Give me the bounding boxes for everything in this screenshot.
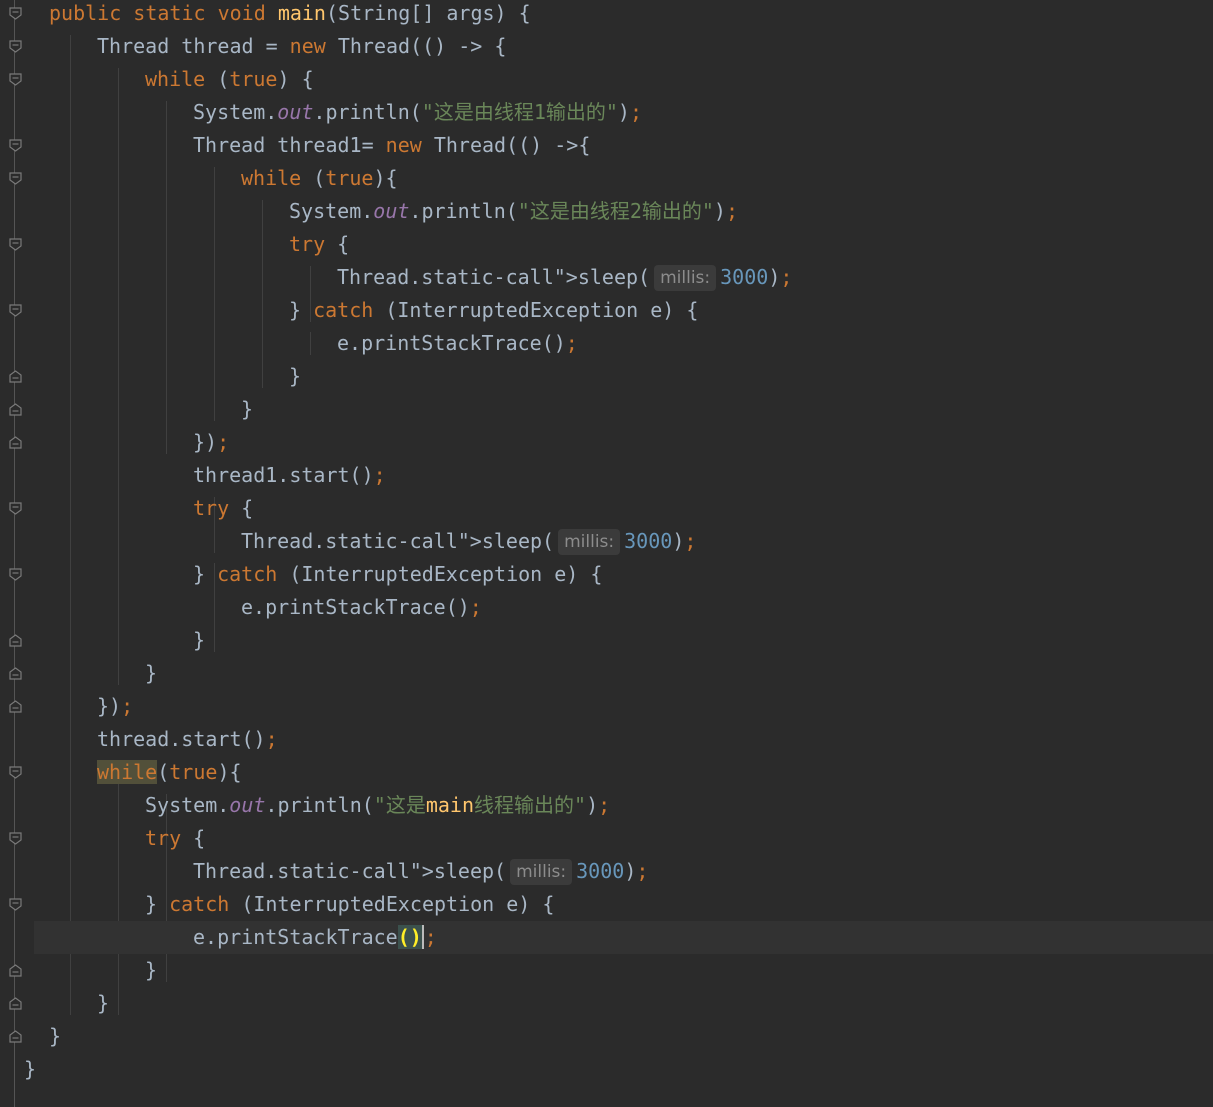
code-text: thread1.start(); <box>193 463 386 487</box>
code-line[interactable]: try { <box>0 492 1213 525</box>
code-editor[interactable]: public static void main(String[] args) {… <box>0 0 1213 1107</box>
code-text: } <box>145 661 158 685</box>
code-line[interactable]: System.out.println("这是由线程1输出的"); <box>0 96 1213 129</box>
code-text: } <box>49 1024 62 1048</box>
code-line[interactable]: } <box>0 624 1213 657</box>
code-line[interactable]: Thread.static-call">sleep(millis: 3000); <box>0 525 1213 558</box>
code-line[interactable]: }); <box>0 426 1213 459</box>
parameter-hint: millis: <box>654 265 717 291</box>
parameter-hint: millis: <box>558 529 621 555</box>
code-text: thread.start(); <box>97 727 278 751</box>
code-line[interactable]: e.printStackTrace(); <box>0 591 1213 624</box>
code-line[interactable]: while (true){ <box>0 162 1213 195</box>
code-text: public static void main(String[] args) { <box>49 1 531 25</box>
code-line[interactable]: } <box>0 360 1213 393</box>
code-text: } <box>241 397 254 421</box>
code-text: } <box>289 364 302 388</box>
code-line[interactable]: thread.start(); <box>0 723 1213 756</box>
code-line[interactable]: while(true){ <box>0 756 1213 789</box>
code-text: Thread.static-call">sleep(millis: 3000); <box>241 529 697 555</box>
code-text: while (true){ <box>241 166 398 190</box>
code-line[interactable]: } <box>0 1053 1213 1086</box>
code-text: Thread thread = new Thread(() -> { <box>97 34 507 58</box>
code-text: e.printStackTrace(); <box>241 595 482 619</box>
code-text: System.out.println("这是main线程输出的"); <box>145 793 611 817</box>
code-line[interactable]: System.out.println("这是main线程输出的"); <box>0 789 1213 822</box>
code-line[interactable]: Thread.static-call">sleep(millis: 3000); <box>0 855 1213 888</box>
code-line[interactable]: } <box>0 657 1213 690</box>
code-text: Thread thread1= new Thread(() ->{ <box>193 133 591 157</box>
code-text: } <box>24 1057 37 1081</box>
code-text: } catch (InterruptedException e) { <box>145 892 555 916</box>
code-line[interactable]: } <box>0 1020 1213 1053</box>
code-text: }); <box>97 694 134 718</box>
code-line[interactable]: try { <box>0 822 1213 855</box>
code-line[interactable]: try { <box>0 228 1213 261</box>
code-text: } <box>145 958 158 982</box>
code-line[interactable]: } catch (InterruptedException e) { <box>0 558 1213 591</box>
code-text: }); <box>193 430 230 454</box>
code-text: while(true){ <box>97 760 242 784</box>
code-line[interactable]: Thread thread1= new Thread(() ->{ <box>0 129 1213 162</box>
code-text: e.printStackTrace(); <box>193 925 437 949</box>
code-text: try { <box>193 496 254 520</box>
code-line[interactable]: } <box>0 393 1213 426</box>
code-text: try { <box>289 232 350 256</box>
code-line-current[interactable]: e.printStackTrace(); <box>34 921 1213 954</box>
code-line[interactable]: Thread thread = new Thread(() -> { <box>0 30 1213 63</box>
code-line[interactable]: }); <box>0 690 1213 723</box>
code-text: } catch (InterruptedException e) { <box>193 562 603 586</box>
code-line[interactable]: thread1.start(); <box>0 459 1213 492</box>
parameter-hint: millis: <box>510 859 573 885</box>
code-text: System.out.println("这是由线程1输出的"); <box>193 100 643 124</box>
code-text: e.printStackTrace(); <box>337 331 578 355</box>
code-line[interactable]: } <box>0 954 1213 987</box>
code-line[interactable]: System.out.println("这是由线程2输出的"); <box>0 195 1213 228</box>
code-line[interactable]: Thread.static-call">sleep(millis: 3000); <box>0 261 1213 294</box>
code-line[interactable]: while (true) { <box>0 63 1213 96</box>
code-text: while (true) { <box>145 67 314 91</box>
code-line[interactable]: } catch (InterruptedException e) { <box>0 294 1213 327</box>
code-text: Thread.static-call">sleep(millis: 3000); <box>193 859 649 885</box>
code-line[interactable]: e.printStackTrace(); <box>0 327 1213 360</box>
code-text: try { <box>145 826 206 850</box>
code-line[interactable]: } <box>0 987 1213 1020</box>
code-text: } catch (InterruptedException e) { <box>289 298 699 322</box>
code-text: Thread.static-call">sleep(millis: 3000); <box>337 265 793 291</box>
code-text: System.out.println("这是由线程2输出的"); <box>289 199 739 223</box>
code-text: } <box>97 991 110 1015</box>
code-text: } <box>193 628 206 652</box>
code-line[interactable]: } catch (InterruptedException e) { <box>0 888 1213 921</box>
code-line[interactable]: public static void main(String[] args) { <box>0 0 1213 30</box>
text-caret <box>421 925 424 949</box>
